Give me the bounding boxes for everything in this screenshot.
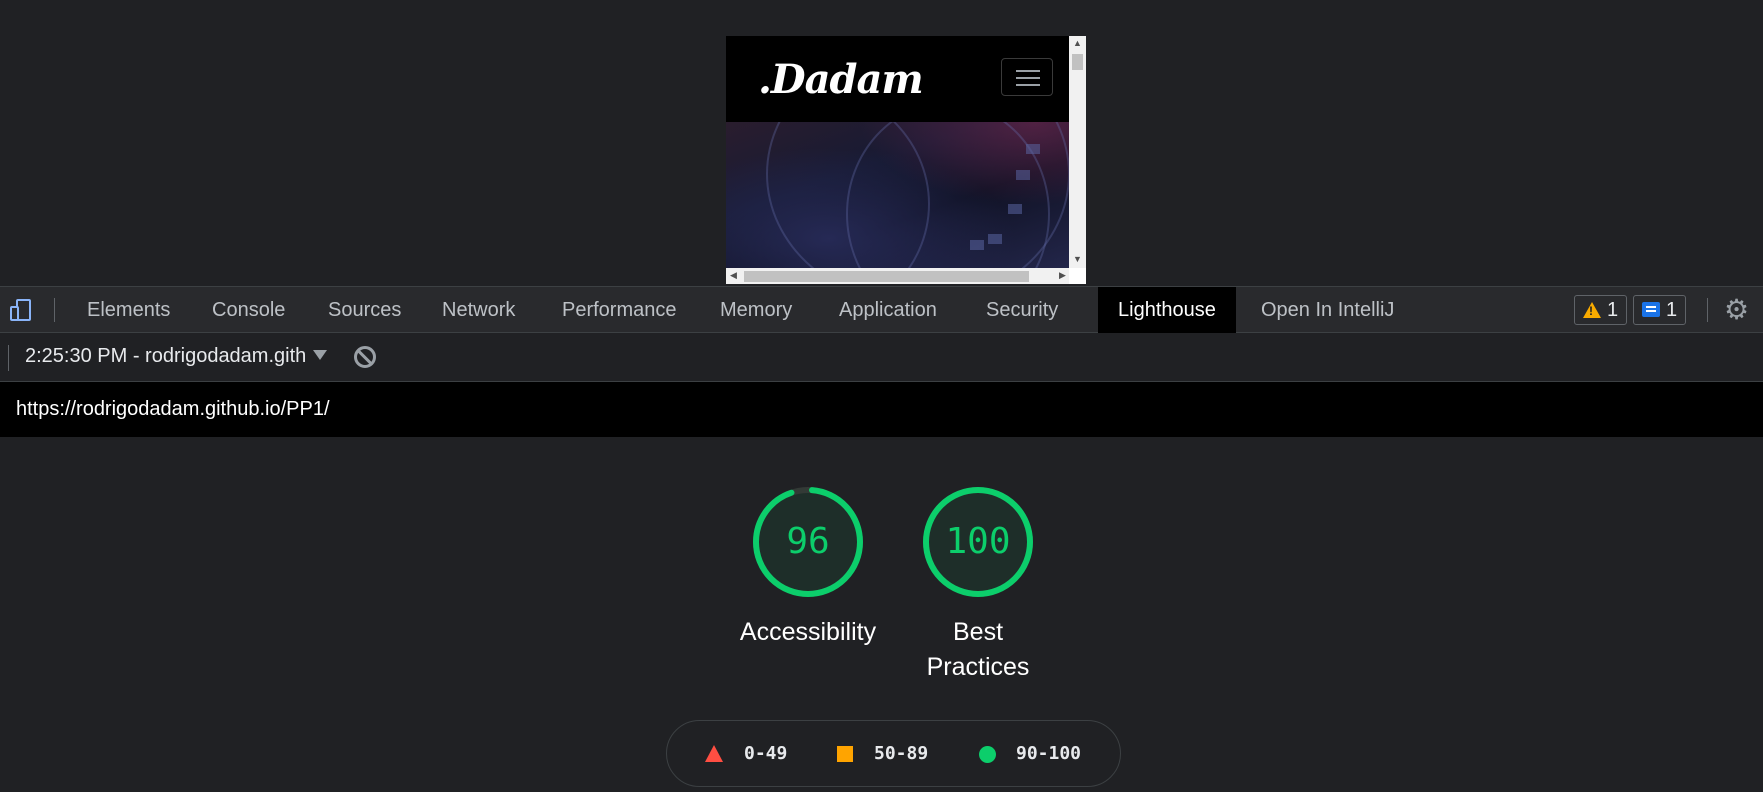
lighthouse-toolbar: 2:25:30 PM - rodrigodadam.github.io xyxy=(0,333,1763,382)
circle-icon xyxy=(979,746,996,763)
accessibility-score: 96 xyxy=(786,521,830,562)
scroll-thumb[interactable] xyxy=(744,271,1029,282)
score-scale-legend: 0-49 50-89 90-100 xyxy=(666,720,1121,787)
device-toolbar-toggle-icon[interactable] xyxy=(8,297,38,323)
tab-memory[interactable]: Memory xyxy=(720,287,792,333)
report-selector[interactable]: 2:25:30 PM - rodrigodadam.github.io xyxy=(25,345,305,368)
divider xyxy=(54,298,55,322)
scroll-right-icon[interactable]: ▶ xyxy=(1059,270,1066,281)
tab-application[interactable]: Application xyxy=(839,287,937,333)
preview-horizontal-scrollbar[interactable]: ◀ ▶ xyxy=(726,268,1069,284)
settings-gear-icon[interactable]: ⚙ xyxy=(1724,296,1749,324)
triangle-icon xyxy=(705,745,723,762)
tab-network[interactable]: Network xyxy=(442,287,515,333)
scroll-left-icon[interactable]: ◀ xyxy=(730,270,737,281)
report-url-link[interactable]: https://rodrigodadam.github.io/PP1/ xyxy=(16,398,330,421)
messages-count: 1 xyxy=(1666,299,1678,321)
warning-icon xyxy=(1583,302,1601,318)
scroll-up-icon[interactable]: ▲ xyxy=(1073,38,1082,48)
divider xyxy=(1707,298,1708,322)
tab-lighthouse[interactable]: Lighthouse xyxy=(1098,287,1236,333)
best-practices-label: Best Practices xyxy=(926,618,1030,681)
message-icon xyxy=(1642,302,1660,318)
accessibility-label: Accessibility xyxy=(739,618,877,646)
report-url-bar: https://rodrigodadam.github.io/PP1/ xyxy=(0,382,1763,437)
warnings-badge[interactable]: 1 xyxy=(1574,295,1628,325)
dropdown-arrow-icon[interactable] xyxy=(313,350,327,360)
divider xyxy=(8,345,9,371)
legend-fail-range: 0-49 xyxy=(744,743,788,764)
legend-pass-range: 90-100 xyxy=(1016,743,1082,764)
site-header: .Dadam xyxy=(726,36,1069,122)
square-icon xyxy=(837,746,853,762)
accessibility-gauge[interactable]: 96 xyxy=(752,486,864,598)
messages-badge[interactable]: 1 xyxy=(1633,295,1687,325)
tab-security[interactable]: Security xyxy=(986,287,1058,333)
hamburger-menu-icon[interactable] xyxy=(1001,58,1053,96)
preview-vertical-scrollbar[interactable]: ▲ ▼ xyxy=(1069,36,1086,268)
best-practices-gauge[interactable]: 100 xyxy=(922,486,1034,598)
scroll-thumb[interactable] xyxy=(1072,54,1083,70)
clear-reports-icon[interactable] xyxy=(354,346,376,368)
device-preview[interactable]: .Dadam ▲ ▼ ◀ ▶ xyxy=(726,36,1086,284)
tab-performance[interactable]: Performance xyxy=(562,287,677,333)
legend-average-range: 50-89 xyxy=(874,743,929,764)
tab-elements[interactable]: Elements xyxy=(87,287,170,333)
site-logo[interactable]: .Dadam xyxy=(758,56,924,103)
devtools-tab-bar: Elements Console Sources Network Perform… xyxy=(0,286,1763,333)
best-practices-score: 100 xyxy=(945,521,1011,562)
tab-sources[interactable]: Sources xyxy=(328,287,401,333)
tab-console[interactable]: Console xyxy=(212,287,285,333)
warnings-count: 1 xyxy=(1607,299,1619,321)
hero-image xyxy=(726,122,1069,268)
tab-open-in-intellij[interactable]: Open In IntelliJ xyxy=(1261,287,1394,333)
scroll-down-icon[interactable]: ▼ xyxy=(1073,254,1082,264)
